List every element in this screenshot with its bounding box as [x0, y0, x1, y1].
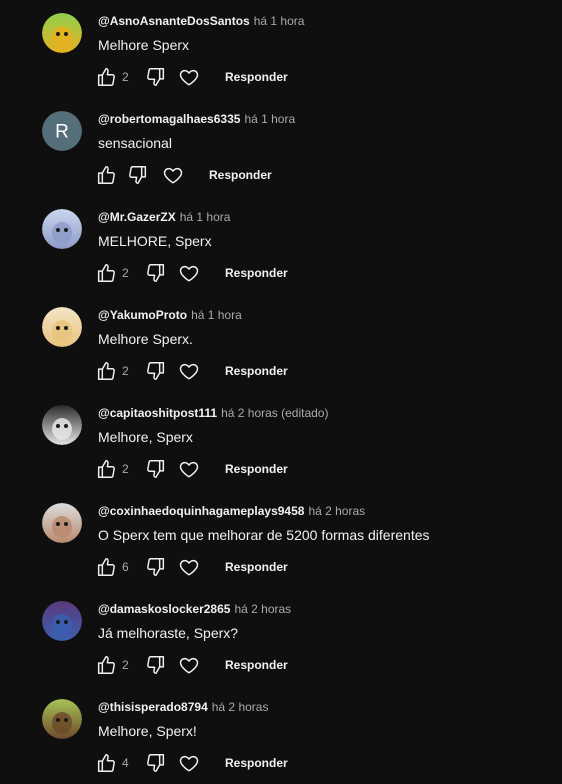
- comment-time[interactable]: há 2 horas: [308, 504, 365, 518]
- like-icon[interactable]: [95, 654, 117, 676]
- dislike-icon[interactable]: [145, 752, 167, 774]
- comment-text: O Sperx tem que melhorar de 5200 formas …: [98, 527, 430, 543]
- reply-button[interactable]: Responder: [225, 461, 288, 477]
- like-icon[interactable]: [95, 360, 117, 382]
- comment-header: @Mr.GazerZX há 1 hora: [98, 209, 230, 225]
- like-icon[interactable]: [95, 66, 117, 88]
- comment-time[interactable]: há 1 hora: [244, 112, 295, 126]
- comment-item: R @robertomagalhaes6335 há 1 hora sensaci…: [0, 98, 562, 196]
- comment-header: @thisisperado8794 há 2 horas: [98, 699, 268, 715]
- heart-icon[interactable]: [178, 458, 200, 480]
- penguin-icon[interactable]: [42, 405, 82, 445]
- comment-actions: 2 Responder: [95, 262, 535, 284]
- dislike-icon[interactable]: [145, 556, 167, 578]
- comment-header: @damaskoslocker2865 há 2 horas: [98, 601, 291, 617]
- anime-character-icon[interactable]: [42, 601, 82, 641]
- reply-button[interactable]: Responder: [225, 265, 288, 281]
- reply-button[interactable]: Responder: [225, 69, 288, 85]
- comment-actions: 2 Responder: [95, 654, 535, 676]
- comment-actions: 2 Responder: [95, 360, 535, 382]
- comment-header: @robertomagalhaes6335 há 1 hora: [98, 111, 295, 127]
- dislike-icon[interactable]: [145, 458, 167, 480]
- like-count: 2: [122, 658, 129, 672]
- comment-header: @coxinhaedoquinhagameplays9458 há 2 horas: [98, 503, 365, 519]
- dislike-icon[interactable]: [145, 360, 167, 382]
- comment-text: sensacional: [98, 135, 172, 151]
- cartoon-face-icon[interactable]: [42, 13, 82, 53]
- comment-author[interactable]: @robertomagalhaes6335: [98, 112, 240, 126]
- like-icon[interactable]: [95, 556, 117, 578]
- comment-text: Já melhoraste, Sperx?: [98, 625, 239, 641]
- comment-author[interactable]: @damaskoslocker2865: [98, 602, 230, 616]
- comment-item: @AsnoAsnanteDosSantos há 1 hora Melhore S…: [0, 0, 562, 98]
- heart-icon[interactable]: [162, 164, 184, 186]
- comment-text: Melhore, Sperx: [98, 429, 193, 445]
- dislike-icon[interactable]: [145, 66, 167, 88]
- comment-text: Melhore Sperx.: [98, 331, 193, 347]
- reply-button[interactable]: Responder: [225, 363, 288, 379]
- comment-item: @coxinhaedoquinhagameplays9458 há 2 horas…: [0, 490, 562, 588]
- comment-text: MELHORE, Sperx: [98, 233, 212, 249]
- like-count: 2: [122, 462, 129, 476]
- comment-header: @capitaoshitpost111 há 2 horas (editado): [98, 405, 328, 421]
- comment-item: @YakumoProto há 1 hora Melhore Sperx. 2 R…: [0, 294, 562, 392]
- comment-text: Melhore Sperx: [98, 37, 190, 53]
- comment-header: @AsnoAsnanteDosSantos há 1 hora: [98, 13, 304, 29]
- dislike-icon[interactable]: [145, 654, 167, 676]
- like-icon[interactable]: [95, 458, 117, 480]
- comment-author[interactable]: @coxinhaedoquinhagameplays9458: [98, 504, 304, 518]
- comment-author[interactable]: @YakumoProto: [98, 308, 187, 322]
- heart-icon[interactable]: [178, 66, 200, 88]
- avatar[interactable]: R: [42, 111, 82, 151]
- comment-actions: 2 Responder: [95, 458, 535, 480]
- comment-item: @damaskoslocker2865 há 2 horas Já melhora…: [0, 588, 562, 686]
- heart-icon[interactable]: [178, 360, 200, 382]
- comment-author[interactable]: @Mr.GazerZX: [98, 210, 176, 224]
- comment-header: @YakumoProto há 1 hora: [98, 307, 242, 323]
- comment-item: @thisisperado8794 há 2 horas Melhore, Spe…: [0, 686, 562, 784]
- anime-character-icon[interactable]: [42, 307, 82, 347]
- comment-actions: 4 Responder: [95, 752, 535, 774]
- heart-icon[interactable]: [178, 654, 200, 676]
- avatar-letter: R: [55, 122, 69, 143]
- owl-icon[interactable]: [42, 699, 82, 739]
- like-count: 2: [122, 364, 129, 378]
- dislike-icon[interactable]: [127, 164, 149, 186]
- heart-icon[interactable]: [178, 556, 200, 578]
- comment-time[interactable]: há 1 hora: [180, 210, 231, 224]
- reply-button[interactable]: Responder: [209, 167, 272, 183]
- like-count: 6: [122, 560, 129, 574]
- person-photo-icon[interactable]: [42, 503, 82, 543]
- reply-button[interactable]: Responder: [225, 755, 288, 771]
- like-count: 2: [122, 266, 129, 280]
- reply-button[interactable]: Responder: [225, 657, 288, 673]
- dislike-icon[interactable]: [145, 262, 167, 284]
- heart-icon[interactable]: [178, 262, 200, 284]
- comment-actions: 6 Responder: [95, 556, 535, 578]
- comment-time[interactable]: há 1 hora: [254, 14, 305, 28]
- like-icon[interactable]: [95, 752, 117, 774]
- comment-time[interactable]: há 2 horas (editado): [221, 406, 328, 420]
- heart-icon[interactable]: [178, 752, 200, 774]
- comment-item: @Mr.GazerZX há 1 hora MELHORE, Sperx 2 Re…: [0, 196, 562, 294]
- like-count: 4: [122, 756, 129, 770]
- like-icon[interactable]: [95, 262, 117, 284]
- comment-author[interactable]: @capitaoshitpost111: [98, 406, 217, 420]
- comment-time[interactable]: há 1 hora: [191, 308, 242, 322]
- anime-character-icon[interactable]: [42, 209, 82, 249]
- comment-author[interactable]: @AsnoAsnanteDosSantos: [98, 14, 250, 28]
- comment-time[interactable]: há 2 horas: [234, 602, 291, 616]
- like-icon[interactable]: [95, 164, 117, 186]
- comments-list: @AsnoAsnanteDosSantos há 1 hora Melhore S…: [0, 0, 562, 784]
- like-count: 2: [122, 70, 129, 84]
- reply-button[interactable]: Responder: [225, 559, 288, 575]
- comment-time[interactable]: há 2 horas: [212, 700, 269, 714]
- comment-author[interactable]: @thisisperado8794: [98, 700, 208, 714]
- comment-item: @capitaoshitpost111 há 2 horas (editado) …: [0, 392, 562, 490]
- comment-actions: 2 Responder: [95, 66, 535, 88]
- comment-actions: Responder: [95, 164, 535, 186]
- comment-text: Melhore, Sperx!: [98, 723, 197, 739]
